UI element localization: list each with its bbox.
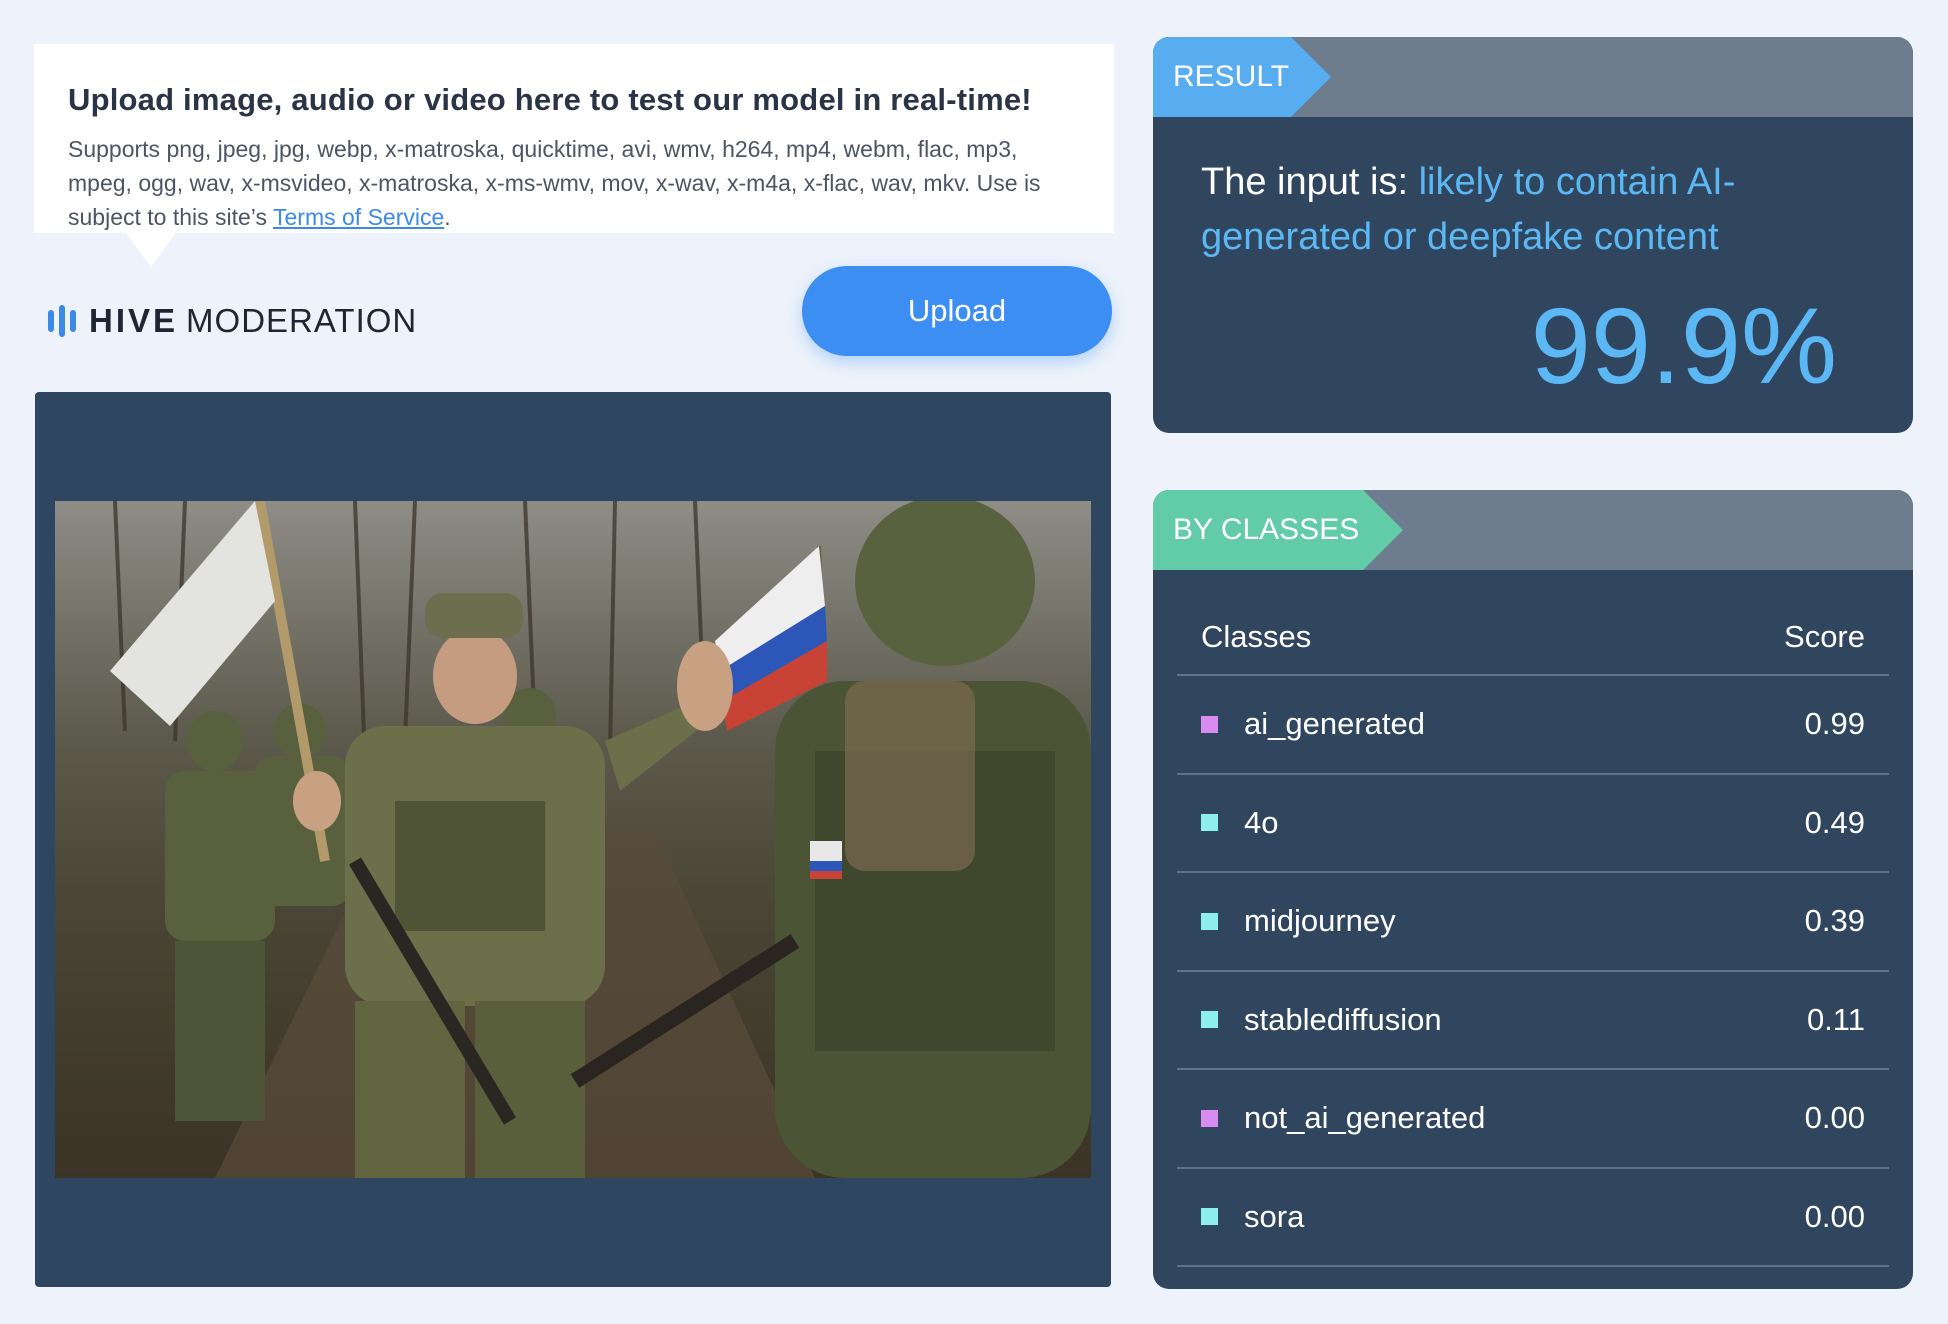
classes-table-header: Classes Score	[1177, 600, 1889, 676]
class-color-swatch	[1201, 1109, 1218, 1127]
hive-logo-icon	[48, 305, 76, 337]
by-classes-tag: BY CLASSES	[1153, 490, 1403, 570]
table-row: midjourney 0.39	[1177, 873, 1889, 972]
class-score: 0.49	[1804, 804, 1865, 840]
upload-info-box: Upload image, audio or video here to tes…	[34, 44, 1114, 267]
uploaded-image-preview	[55, 501, 1091, 1178]
class-label: stablediffusion	[1244, 1001, 1442, 1037]
class-score: 0.39	[1804, 903, 1865, 939]
classes-column-header: Classes	[1201, 619, 1312, 654]
result-statement: The input is: likely to contain AI-gener…	[1201, 155, 1821, 265]
supported-formats: Supports png, jpeg, jpg, webp, x-matrosk…	[68, 136, 1041, 230]
table-row: not_ai_generated 0.00	[1177, 1070, 1889, 1169]
classes-table-body: ai_generated 0.99 4o 0.49 midjourney 0.3…	[1177, 676, 1889, 1267]
table-row: 4o 0.49	[1177, 775, 1889, 873]
classes-panel-header: BY CLASSES	[1153, 490, 1913, 570]
terms-of-service-link[interactable]: Terms of Service	[273, 204, 444, 230]
class-color-swatch	[1201, 715, 1218, 733]
terms-suffix: .	[444, 204, 451, 230]
class-color-swatch	[1201, 1208, 1218, 1226]
class-label: sora	[1244, 1198, 1305, 1234]
by-classes-panel: BY CLASSES Classes Score ai_generated 0.…	[1153, 490, 1913, 1289]
class-label: ai_generated	[1244, 706, 1425, 742]
class-label: not_ai_generated	[1244, 1100, 1486, 1136]
upload-info-title: Upload image, audio or video here to tes…	[68, 82, 1032, 117]
class-score: 0.00	[1804, 1100, 1865, 1136]
table-row: stablediffusion 0.11	[1177, 972, 1889, 1070]
class-score: 0.99	[1804, 706, 1865, 742]
class-color-swatch	[1201, 814, 1218, 832]
upload-button[interactable]: Upload	[802, 266, 1112, 356]
logo-brand: HIVE	[89, 302, 179, 339]
result-percentage: 99.9%	[1530, 285, 1837, 406]
class-label: 4o	[1244, 804, 1279, 840]
class-color-swatch	[1201, 912, 1218, 930]
logo-product: MODERATION	[186, 302, 418, 339]
class-label: midjourney	[1244, 903, 1396, 939]
table-row: ai_generated 0.99	[1177, 676, 1889, 775]
result-tag: RESULT	[1153, 37, 1331, 117]
class-color-swatch	[1201, 1011, 1218, 1029]
result-panel-header: RESULT	[1153, 37, 1913, 117]
hive-moderation-logo: HIVE MODERATION	[48, 302, 417, 340]
result-prefix: The input is:	[1201, 161, 1419, 203]
result-panel: RESULT The input is: likely to contain A…	[1153, 37, 1913, 433]
table-row: sora 0.00	[1177, 1169, 1889, 1267]
class-score: 0.00	[1804, 1198, 1865, 1234]
supported-formats-text: Supports png, jpeg, jpg, webp, x-matrosk…	[68, 132, 1080, 234]
class-score: 0.11	[1806, 1001, 1865, 1037]
score-column-header: Score	[1784, 619, 1865, 654]
